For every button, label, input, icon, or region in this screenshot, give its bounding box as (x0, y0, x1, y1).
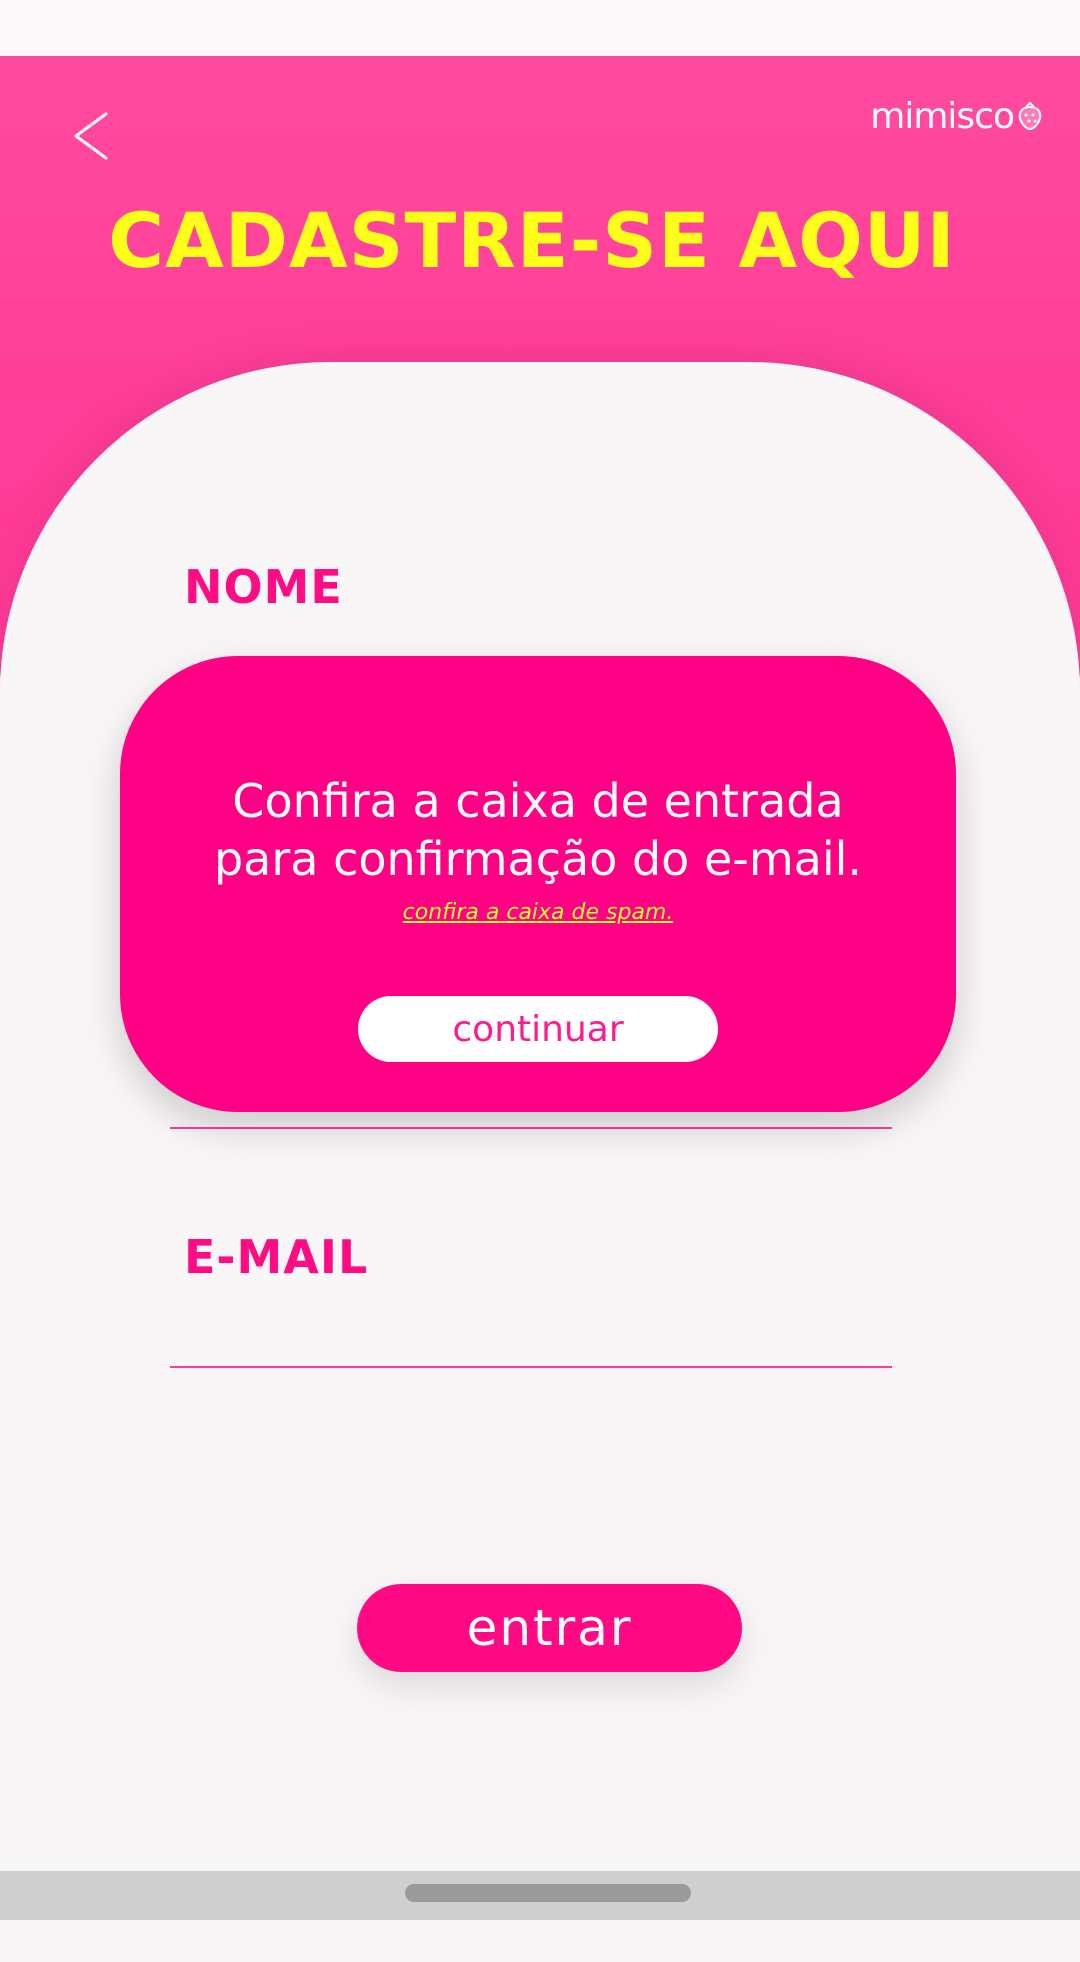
email-input-underline (170, 1366, 892, 1368)
logo: mimisco (870, 95, 1044, 137)
spam-link[interactable]: confira a caixa de spam. (120, 900, 956, 925)
confirmation-dialog: Confira a caixa de entrada para confirma… (120, 656, 956, 1112)
dialog-message: Confira a caixa de entrada para confirma… (120, 772, 956, 888)
back-button[interactable] (70, 108, 120, 164)
name-label: NOME (184, 560, 343, 614)
status-bar (0, 0, 1080, 56)
continue-button[interactable]: continuar (358, 996, 718, 1062)
page-title: CADASTRE-SE AQUI (108, 196, 956, 285)
login-button[interactable]: entrar (357, 1584, 742, 1672)
email-input[interactable] (170, 1285, 892, 1365)
name-input-underline (170, 1127, 892, 1129)
strawberry-icon (1018, 101, 1042, 131)
logo-text: mimisco (870, 95, 1015, 137)
home-indicator[interactable] (405, 1884, 691, 1902)
chevron-left-icon (74, 112, 108, 160)
email-label: E-MAIL (184, 1230, 369, 1284)
dialog-message-line-2: para confirmação do e-mail. (213, 832, 863, 886)
form-card (0, 362, 1080, 1962)
dialog-message-line-1: Confira a caixa de entrada (232, 774, 844, 828)
